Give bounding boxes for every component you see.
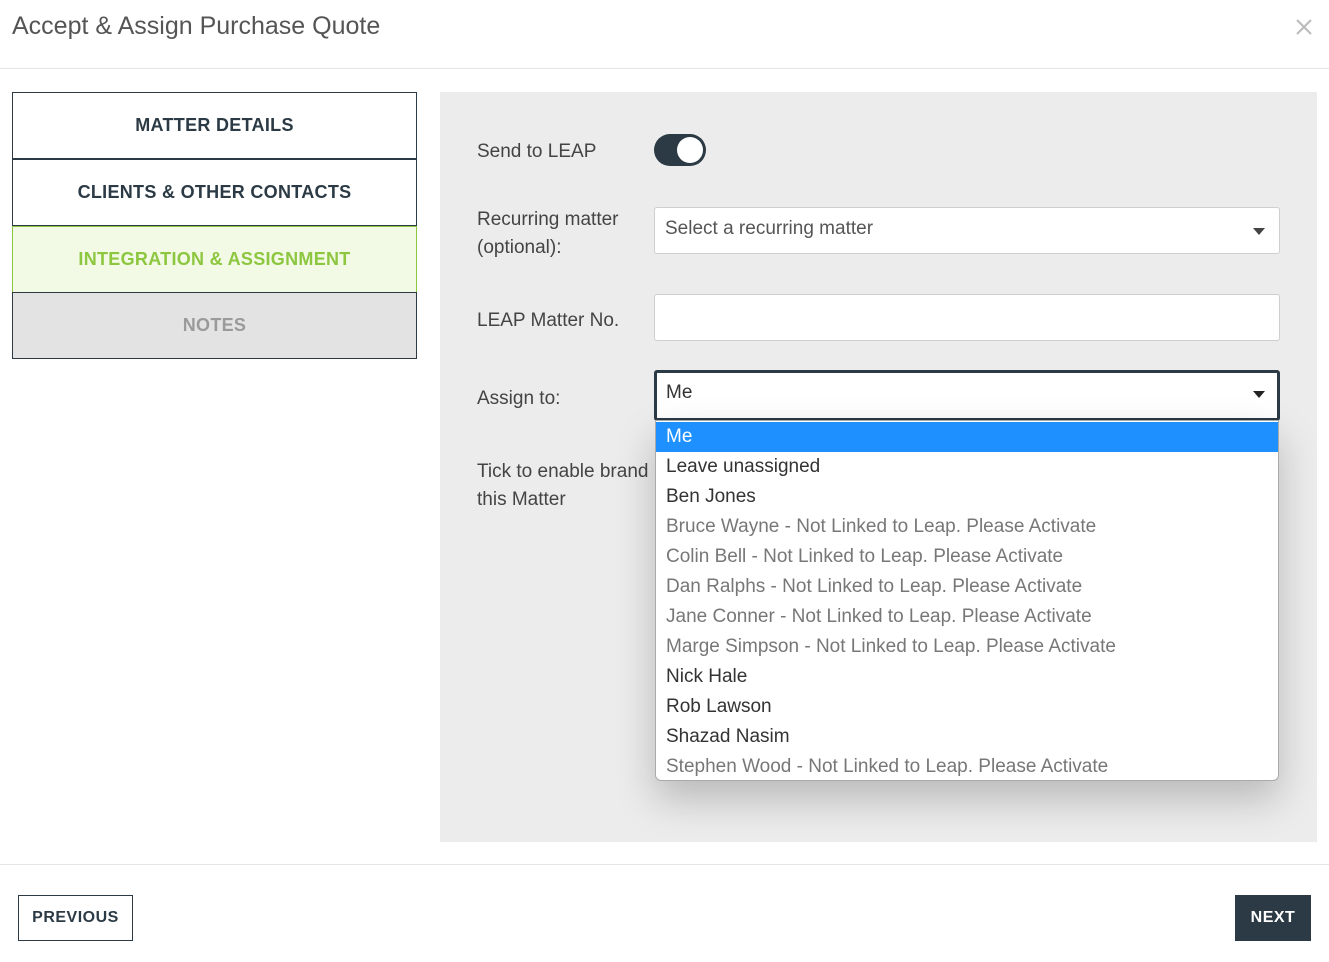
assign-option-leave-unassigned[interactable]: Leave unassigned xyxy=(656,452,1278,482)
modal-title: Accept & Assign Purchase Quote xyxy=(12,12,381,40)
branding-label: Tick to enable brand this Matter xyxy=(477,458,648,514)
recurring-matter-label-line2: (optional): xyxy=(477,237,562,258)
assign-option-nick-hale[interactable]: Nick Hale xyxy=(656,662,1278,692)
send-to-leap-label: Send to LEAP xyxy=(477,141,597,162)
assign-option-rob-lawson[interactable]: Rob Lawson xyxy=(656,692,1278,722)
assign-to-select[interactable]: Me xyxy=(654,370,1280,421)
leap-matter-no-input[interactable] xyxy=(654,294,1280,341)
assign-option-bruce-wayne[interactable]: Bruce Wayne - Not Linked to Leap. Please… xyxy=(656,512,1278,542)
caret-down-icon xyxy=(1253,391,1265,398)
recurring-matter-select[interactable]: Select a recurring matter xyxy=(654,207,1280,254)
previous-button[interactable]: PREVIOUS xyxy=(18,895,133,941)
assign-to-label: Assign to: xyxy=(477,388,561,409)
step-integration-assignment[interactable]: INTEGRATION & ASSIGNMENT xyxy=(12,226,417,293)
recurring-matter-placeholder: Select a recurring matter xyxy=(665,218,874,239)
recurring-matter-label: Recurring matter (optional): xyxy=(477,206,619,262)
assign-option-jane-conner[interactable]: Jane Conner - Not Linked to Leap. Please… xyxy=(656,602,1278,632)
branding-label-line1: Tick to enable brand xyxy=(477,461,649,482)
step-notes[interactable]: NOTES xyxy=(12,292,417,359)
assign-option-dan-ralphs[interactable]: Dan Ralphs - Not Linked to Leap. Please … xyxy=(656,572,1278,602)
close-icon[interactable] xyxy=(1291,14,1317,40)
caret-down-icon xyxy=(1253,228,1265,235)
assign-option-marge-simpson[interactable]: Marge Simpson - Not Linked to Leap. Plea… xyxy=(656,632,1278,662)
assign-option-shazad-nasim[interactable]: Shazad Nasim xyxy=(656,722,1278,752)
assign-option-me[interactable]: Me xyxy=(656,422,1278,452)
assign-option-ben-jones[interactable]: Ben Jones xyxy=(656,482,1278,512)
step-matter-details[interactable]: MATTER DETAILS xyxy=(12,92,417,159)
assign-to-dropdown-list: Me Leave unassigned Ben Jones Bruce Wayn… xyxy=(655,420,1279,781)
assign-option-colin-bell[interactable]: Colin Bell - Not Linked to Leap. Please … xyxy=(656,542,1278,572)
assign-to-selected-value: Me xyxy=(666,382,693,403)
send-to-leap-toggle[interactable] xyxy=(654,134,706,166)
modal-footer: PREVIOUS NEXT xyxy=(0,864,1329,962)
accept-assign-modal: Accept & Assign Purchase Quote MATTER DE… xyxy=(0,0,1329,962)
modal-header: Accept & Assign Purchase Quote xyxy=(0,0,1329,69)
step-clients-other-contacts[interactable]: CLIENTS & OTHER CONTACTS xyxy=(12,159,417,226)
leap-matter-no-label: LEAP Matter No. xyxy=(477,310,620,331)
assign-option-stephen-wood[interactable]: Stephen Wood - Not Linked to Leap. Pleas… xyxy=(656,752,1278,780)
toggle-knob xyxy=(677,137,703,163)
recurring-matter-label-line1: Recurring matter xyxy=(477,209,619,230)
branding-label-line2: this Matter xyxy=(477,489,566,510)
next-button[interactable]: NEXT xyxy=(1235,895,1311,941)
